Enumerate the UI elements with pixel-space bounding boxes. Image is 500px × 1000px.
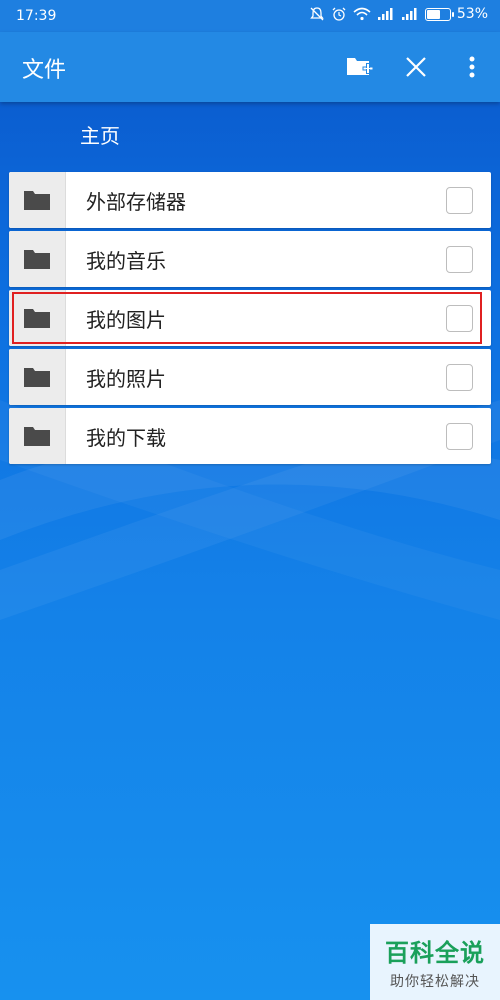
status-bar: 17:39 53% xyxy=(0,0,500,32)
breadcrumb-home[interactable]: 主页 xyxy=(80,120,120,149)
close-button[interactable] xyxy=(388,39,444,95)
more-options-button[interactable] xyxy=(444,39,500,95)
more-vert-icon xyxy=(469,56,475,78)
status-time: 17:39 xyxy=(16,8,57,24)
folder-checkbox[interactable] xyxy=(446,186,473,214)
app-bar: 文件 xyxy=(0,32,500,102)
folder-icon xyxy=(9,172,66,228)
folder-label: 我的照片 xyxy=(86,366,166,391)
folder-row-my-pictures[interactable]: 我的图片 xyxy=(9,290,491,346)
watermark-main: 百科全说 xyxy=(385,939,485,967)
folder-checkbox[interactable] xyxy=(446,245,473,273)
folder-row-my-photos[interactable]: 我的照片 xyxy=(9,349,491,405)
watermark-sub: 助你轻松解决 xyxy=(390,974,480,990)
signal-icon-2 xyxy=(401,8,417,20)
folder-label: 我的下载 xyxy=(86,425,166,450)
folder-label: 我的音乐 xyxy=(86,248,166,273)
signal-icon-1 xyxy=(377,8,393,20)
status-icons: 53% xyxy=(309,6,488,22)
wifi-icon xyxy=(353,7,371,21)
folder-icon xyxy=(9,408,66,464)
watermark: 百科全说 助你轻松解决 xyxy=(370,924,500,1000)
folder-row-external-storage[interactable]: 外部存储器 xyxy=(9,172,491,228)
folder-label: 外部存储器 xyxy=(86,189,186,214)
battery-fill xyxy=(426,9,440,19)
folder-list: 外部存储器 我的音乐 我的图片 我的照片 我的下载 xyxy=(9,172,491,467)
folder-row-my-downloads[interactable]: 我的下载 xyxy=(9,408,491,464)
new-folder-icon xyxy=(347,58,374,75)
alarm-icon xyxy=(332,7,346,21)
battery-percent: 53% xyxy=(456,6,488,22)
folder-icon xyxy=(9,290,66,346)
new-folder-button[interactable] xyxy=(332,39,388,95)
folder-checkbox[interactable] xyxy=(446,304,473,332)
folder-label: 我的图片 xyxy=(86,307,166,332)
app-actions xyxy=(332,32,500,102)
folder-icon xyxy=(9,231,66,287)
battery-icon xyxy=(424,7,454,21)
close-icon xyxy=(406,57,426,77)
folder-checkbox[interactable] xyxy=(446,422,473,450)
mute-bell-icon xyxy=(310,7,324,21)
folder-checkbox[interactable] xyxy=(446,363,473,391)
folder-row-my-music[interactable]: 我的音乐 xyxy=(9,231,491,287)
app-title: 文件 xyxy=(22,58,67,83)
folder-icon xyxy=(9,349,66,405)
